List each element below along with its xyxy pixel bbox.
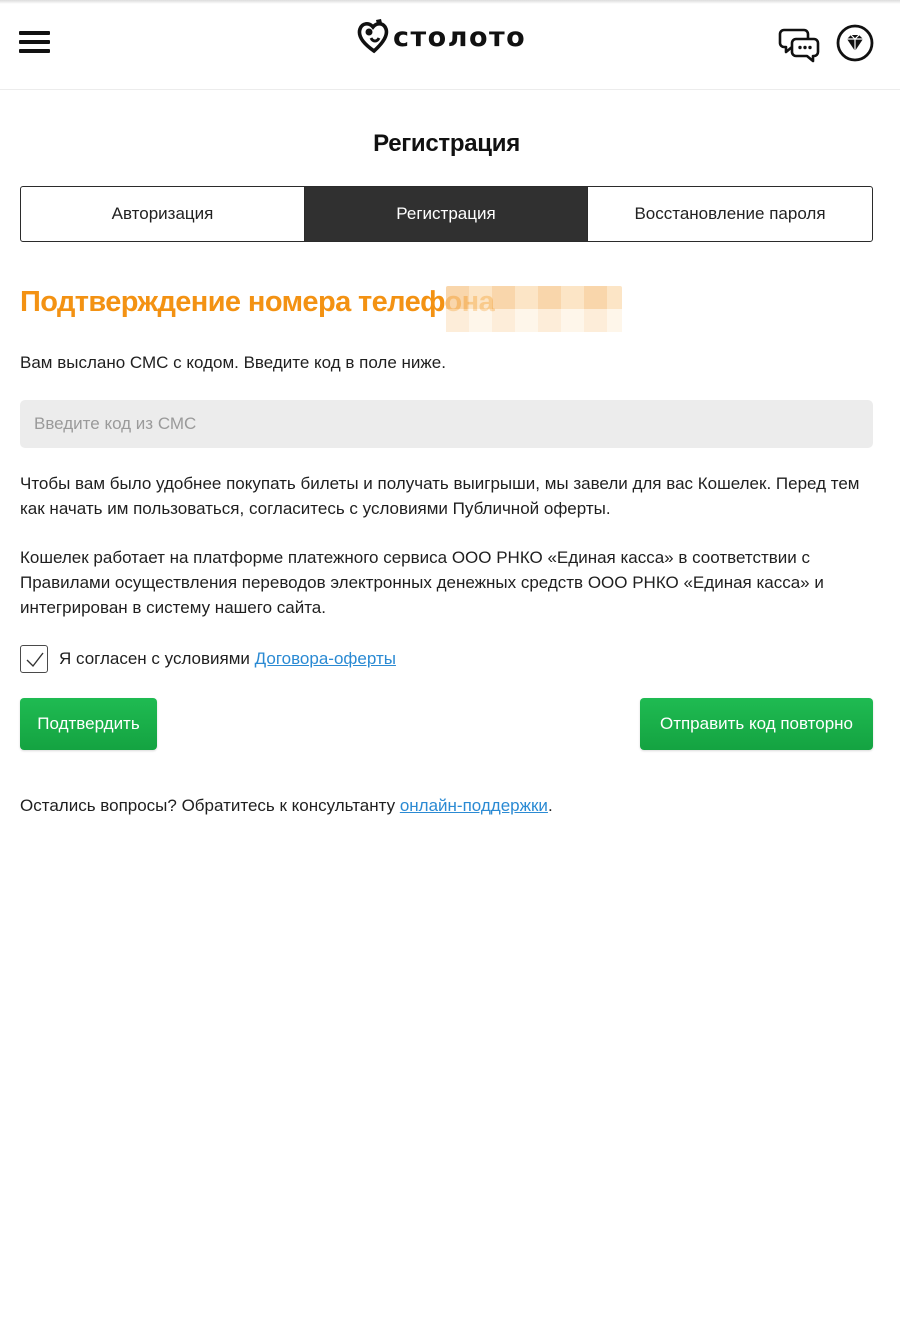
offer-agreement: Я согласен с условиями Договора-оферты (20, 645, 396, 673)
confirm-button[interactable]: Подтвердить (20, 698, 157, 750)
chat-support-icon[interactable] (778, 22, 822, 66)
wallet-platform-paragraph: Кошелек работает на платформе платежного… (20, 548, 824, 617)
page-title: Регистрация (373, 130, 520, 157)
stoloto-logo[interactable]: столото (357, 16, 539, 58)
offer-contract-link[interactable]: Договора-оферты (255, 649, 396, 668)
site-header: столото (0, 0, 900, 90)
agreement-text: Я согласен с условиями (59, 649, 255, 668)
phone-confirmation-title: Подтверждение номера телефона (20, 286, 495, 318)
sms-code-input[interactable] (20, 400, 873, 448)
support-text: Остались вопросы? Обратитесь к консульта… (20, 796, 400, 815)
tab-login[interactable]: Авторизация (21, 187, 305, 241)
online-support-link[interactable]: онлайн-поддержки (400, 796, 548, 815)
agreement-label: Я согласен с условиями Договора-оферты (59, 649, 396, 669)
checkmark-icon (26, 652, 44, 668)
tab-registration[interactable]: Регистрация (305, 187, 587, 241)
agreement-checkbox[interactable] (20, 645, 48, 673)
support-note: Остались вопросы? Обратитесь к консульта… (20, 793, 553, 818)
hamburger-menu-icon[interactable] (19, 29, 51, 55)
logo-text: столото (393, 22, 527, 53)
phone-number-redacted (446, 286, 622, 332)
resend-code-button[interactable]: Отправить код повторно (640, 698, 873, 750)
support-suffix: . (547, 796, 553, 815)
tab-password-recovery[interactable]: Восстановление пароля (587, 187, 872, 241)
diamond-icon[interactable] (836, 24, 874, 62)
wallet-info-paragraph: Чтобы вам было удобнее покупать билеты и… (20, 474, 860, 518)
auth-tabs: Авторизация Регистрация Восстановление п… (20, 186, 873, 242)
sms-note: Вам выслано СМС с кодом. Введите код в п… (20, 353, 446, 372)
heart-logo-icon (357, 19, 389, 54)
